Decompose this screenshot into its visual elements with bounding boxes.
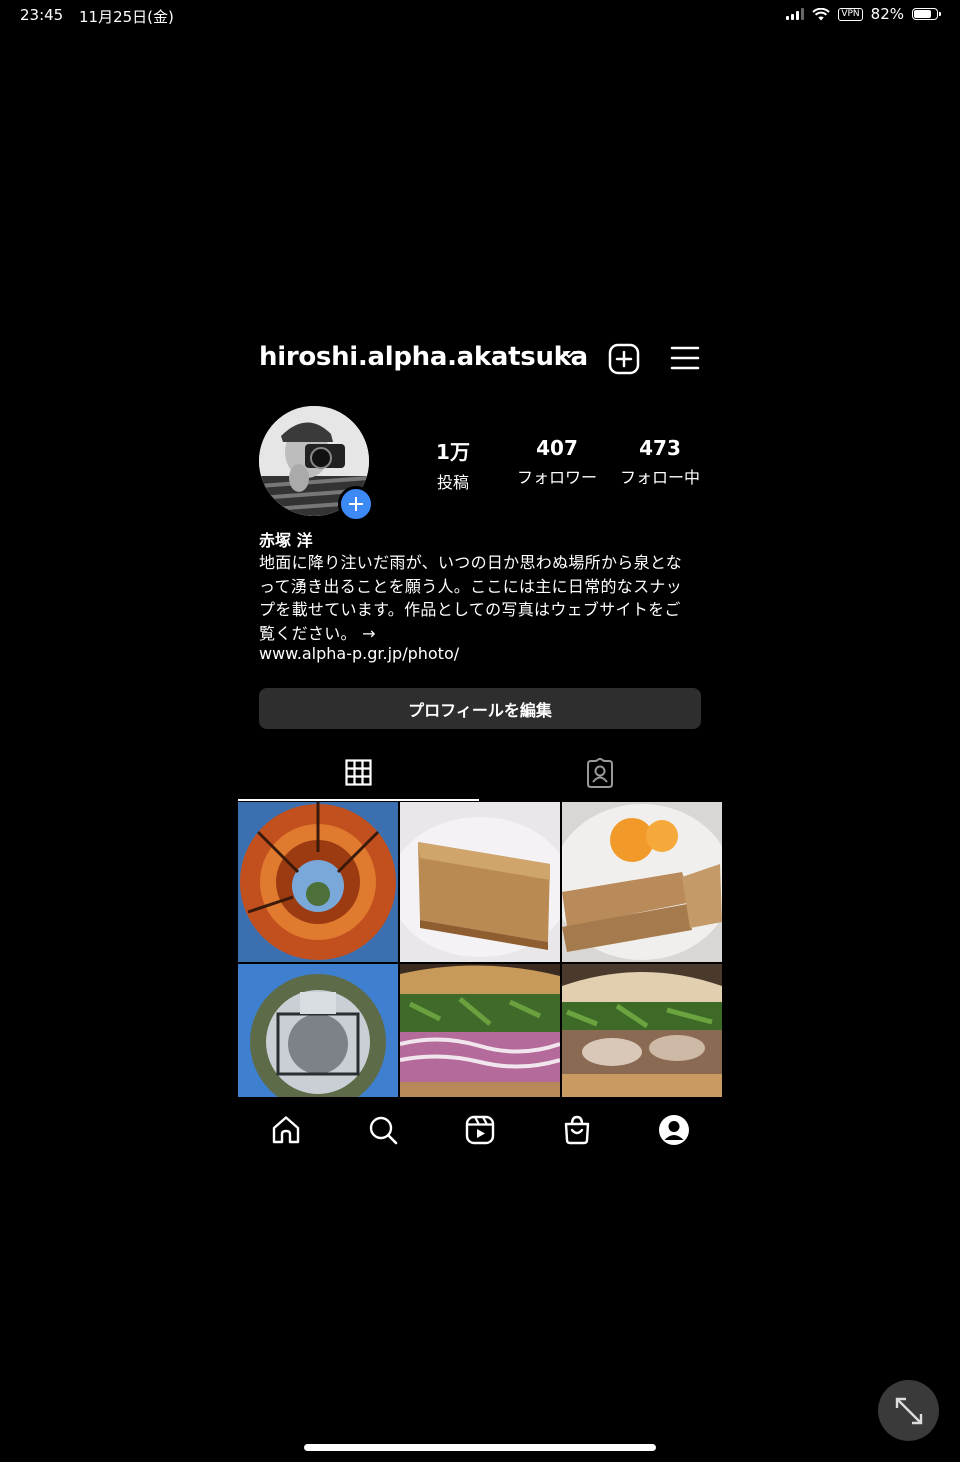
post-thumbnail[interactable] <box>238 802 398 962</box>
battery-percent: 82% <box>870 5 904 23</box>
vpn-badge: VPN <box>838 7 863 21</box>
bio-line: プを載せています。作品としての写真はウェブサイトをご <box>259 600 681 619</box>
menu-icon[interactable] <box>670 345 700 371</box>
profile-name: 赤塚 洋 <box>259 531 313 550</box>
home-indicator <box>304 1444 656 1451</box>
username[interactable]: hiroshi.alpha.akatsuka <box>259 342 588 372</box>
profile-icon[interactable] <box>658 1114 690 1146</box>
profile-link[interactable]: www.alpha-p.gr.jp/photo/ <box>259 644 459 663</box>
followers-count-label: フォロワー <box>516 468 597 487</box>
active-tab-indicator <box>238 799 479 801</box>
bottom-nav <box>238 1108 722 1152</box>
add-story-button[interactable] <box>338 486 374 522</box>
followers-count-value: 407 <box>536 436 578 460</box>
reels-icon[interactable] <box>464 1114 496 1146</box>
posts-count[interactable]: 1万 投稿 <box>418 436 488 493</box>
posts-count-value: 1万 <box>436 440 470 464</box>
posts-count-label: 投稿 <box>436 473 469 492</box>
following-count[interactable]: 473 フォロー中 <box>612 436 708 488</box>
post-grid <box>238 802 722 1097</box>
profile-bio: 地面に降り注いだ雨が、いつの日か思わぬ場所から泉とな って湧き出ることを願う人。… <box>259 551 704 645</box>
status-date: 11月25日(金) <box>79 8 174 26</box>
status-indicators: VPN 82% <box>786 5 941 23</box>
edit-profile-button[interactable]: プロフィールを編集 <box>259 688 701 729</box>
tagged-icon[interactable] <box>585 758 615 788</box>
shop-icon[interactable] <box>561 1114 593 1146</box>
new-post-icon[interactable] <box>608 343 640 375</box>
post-thumbnail[interactable] <box>562 964 722 1097</box>
chevron-down-icon[interactable] <box>562 350 576 360</box>
bio-line: って湧き出ることを願う人。ここには主に日常的なスナッ <box>259 576 683 596</box>
bio-line: 地面に降り注いだ雨が、いつの日か思わぬ場所から泉とな <box>259 553 683 572</box>
post-thumbnail[interactable] <box>562 802 722 962</box>
grid-icon[interactable] <box>345 759 372 786</box>
following-count-value: 473 <box>639 436 681 460</box>
wifi-icon <box>812 7 831 20</box>
cellular-signal-icon <box>786 8 805 20</box>
post-thumbnail[interactable] <box>400 964 560 1097</box>
battery-icon <box>912 8 941 20</box>
search-icon[interactable] <box>367 1114 399 1146</box>
following-count-label: フォロー中 <box>619 468 700 487</box>
followers-count[interactable]: 407 フォロワー <box>507 436 607 488</box>
post-thumbnail[interactable] <box>400 802 560 962</box>
expand-icon <box>895 1397 922 1424</box>
post-thumbnail[interactable] <box>238 964 398 1097</box>
status-time: 23:45 <box>20 6 64 24</box>
home-icon[interactable] <box>270 1114 302 1146</box>
bio-line: 覧ください。 → <box>259 623 376 643</box>
expand-button[interactable] <box>878 1380 939 1441</box>
